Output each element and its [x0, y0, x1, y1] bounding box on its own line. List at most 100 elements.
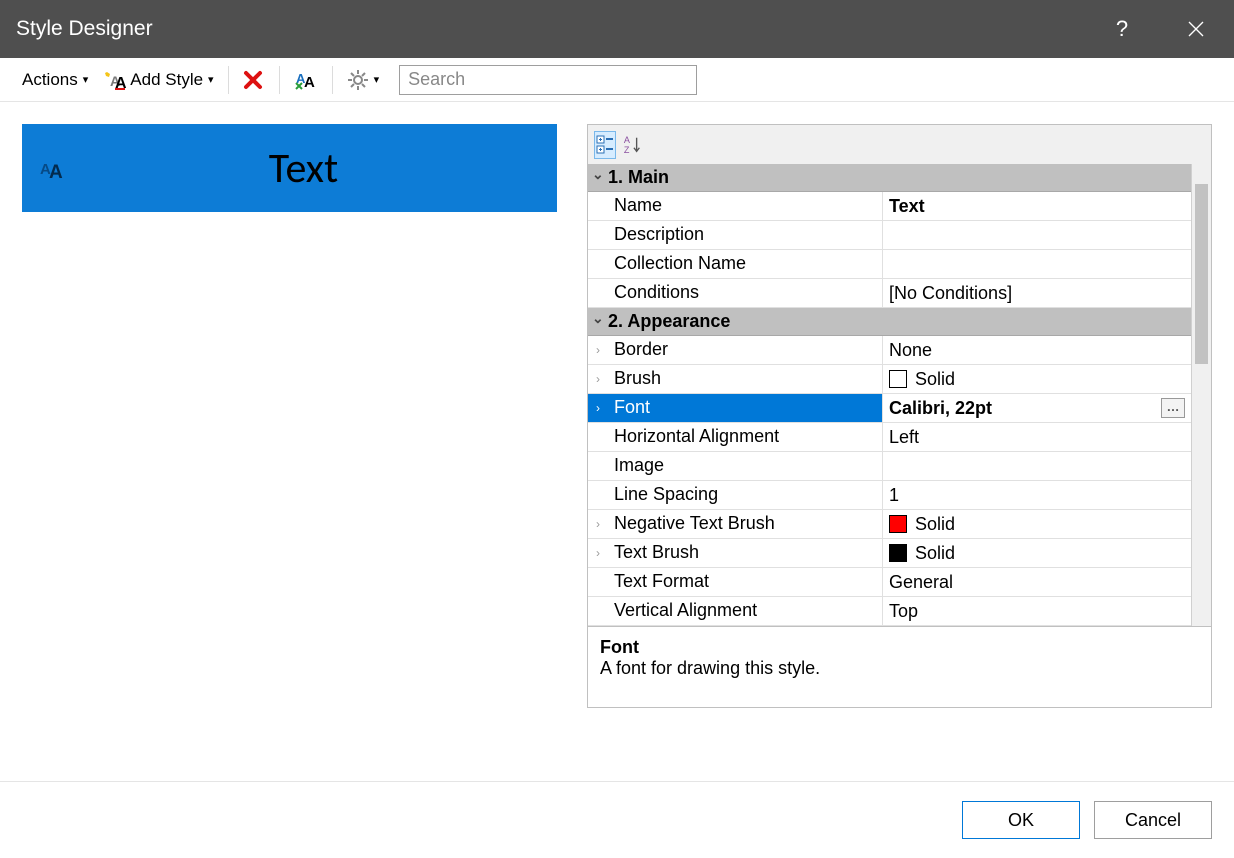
grid-toolbar: A Z [587, 124, 1212, 164]
toolbar: Actions▾ A A Add Style▾ A A [0, 58, 1234, 102]
svg-text:A: A [49, 162, 63, 180]
search-input[interactable] [399, 65, 697, 95]
expand-toggle [588, 481, 608, 509]
expand-toggle [588, 192, 608, 220]
chevron-down-icon: ▾ [208, 73, 214, 86]
actions-menu[interactable]: Actions▾ [16, 67, 94, 93]
property-value[interactable]: 1 [883, 481, 1191, 509]
property-row[interactable]: ›BrushSolid [588, 365, 1191, 394]
svg-text:A: A [624, 135, 631, 145]
property-label: Collection Name [608, 250, 883, 278]
property-value-text: Calibri, 22pt [889, 398, 992, 419]
window-title: Style Designer [16, 17, 1100, 41]
property-value[interactable] [883, 221, 1191, 249]
property-row[interactable]: Text Format General [588, 568, 1191, 597]
property-row[interactable]: Image [588, 452, 1191, 481]
property-label: Border [608, 336, 883, 364]
property-value[interactable]: Text [883, 192, 1191, 220]
property-description: Font A font for drawing this style. [587, 627, 1212, 708]
ok-button[interactable]: OK [962, 801, 1080, 839]
close-button[interactable] [1174, 0, 1218, 58]
help-button[interactable]: ? [1100, 0, 1144, 58]
property-value[interactable] [883, 250, 1191, 278]
property-row[interactable]: ›Font Calibri, 22pt … [588, 394, 1191, 423]
property-value-text: Solid [915, 543, 955, 564]
preview-text: Text [68, 143, 539, 194]
expand-toggle [588, 250, 608, 278]
property-row[interactable]: Horizontal Alignment Left [588, 423, 1191, 452]
property-value[interactable]: Solid [883, 539, 1191, 567]
property-row[interactable]: Vertical AlignmentTop [588, 597, 1191, 626]
property-label: Name [608, 192, 883, 220]
expand-toggle [588, 279, 608, 307]
expand-toggle [588, 597, 608, 625]
style-icon: A A [40, 156, 68, 180]
categorized-view-button[interactable] [594, 131, 616, 159]
property-label: Conditions [608, 279, 883, 307]
gear-icon [347, 69, 369, 91]
delete-style-button[interactable] [237, 67, 271, 93]
preview-pane: A A Text [22, 124, 557, 773]
property-row[interactable]: Line Spacing1 [588, 481, 1191, 510]
property-label: Horizontal Alignment [608, 423, 883, 451]
property-row[interactable]: ›Border None [588, 336, 1191, 365]
expand-toggle [588, 452, 608, 480]
expand-toggle[interactable]: › [588, 365, 608, 393]
property-value[interactable]: None [883, 336, 1191, 364]
property-row[interactable]: Conditions [No Conditions] [588, 279, 1191, 308]
property-row[interactable]: ›Text BrushSolid [588, 539, 1191, 568]
property-group-header[interactable]: 1. Main [588, 164, 1191, 192]
style-preview[interactable]: A A Text [22, 124, 557, 212]
expand-toggle[interactable]: › [588, 539, 608, 567]
alphabetical-icon: A Z [623, 134, 643, 156]
property-value[interactable]: General [883, 568, 1191, 596]
property-value-text: General [889, 572, 953, 593]
actions-label: Actions [22, 70, 78, 90]
property-row[interactable]: NameText [588, 192, 1191, 221]
property-value[interactable]: Calibri, 22pt … [883, 394, 1191, 422]
property-value[interactable]: Solid [883, 510, 1191, 538]
expand-toggle[interactable]: › [588, 510, 608, 538]
grid-scrollbar[interactable] [1191, 164, 1211, 626]
add-style-button[interactable]: A A Add Style ▾ [98, 67, 219, 93]
settings-button[interactable]: ▾ [341, 66, 386, 94]
property-row[interactable]: ›Negative Text BrushSolid [588, 510, 1191, 539]
property-row[interactable]: Description [588, 221, 1191, 250]
property-group-header[interactable]: 2. Appearance [588, 308, 1191, 336]
toolbar-separator [228, 66, 229, 94]
property-value-text: Solid [915, 369, 955, 390]
apply-style-button[interactable]: A A [288, 66, 324, 94]
property-value[interactable] [883, 452, 1191, 480]
property-grid[interactable]: 1. MainNameTextDescriptionCollection Nam… [588, 164, 1191, 626]
delete-icon [243, 70, 265, 90]
apply-style-icon: A A [294, 69, 318, 91]
property-label: Vertical Alignment [608, 597, 883, 625]
expand-toggle[interactable]: › [588, 394, 608, 422]
svg-text:A: A [304, 74, 315, 91]
property-label: Font [608, 394, 883, 422]
property-value[interactable]: [No Conditions] [883, 279, 1191, 307]
ellipsis-button[interactable]: … [1161, 398, 1185, 418]
toolbar-separator [279, 66, 280, 94]
property-value-text: None [889, 340, 932, 361]
property-value[interactable]: Top [883, 597, 1191, 625]
main-area: A A Text A Z [0, 102, 1234, 782]
property-value[interactable]: Left [883, 423, 1191, 451]
property-label: Text Format [608, 568, 883, 596]
property-row[interactable]: Collection Name [588, 250, 1191, 279]
property-value[interactable]: Solid [883, 365, 1191, 393]
property-value-text: [No Conditions] [889, 283, 1012, 304]
property-label: Line Spacing [608, 481, 883, 509]
expand-toggle [588, 221, 608, 249]
chevron-down-icon: ▾ [374, 73, 380, 86]
add-style-icon: A A [104, 70, 126, 90]
alphabetical-view-button[interactable]: A Z [622, 131, 644, 159]
color-swatch [889, 544, 907, 562]
add-style-label: Add Style [130, 70, 203, 90]
scrollbar-thumb[interactable] [1195, 184, 1208, 364]
property-value-text: Left [889, 427, 919, 448]
color-swatch [889, 370, 907, 388]
cancel-button[interactable]: Cancel [1094, 801, 1212, 839]
expand-toggle[interactable]: › [588, 336, 608, 364]
svg-text:Z: Z [624, 145, 630, 155]
